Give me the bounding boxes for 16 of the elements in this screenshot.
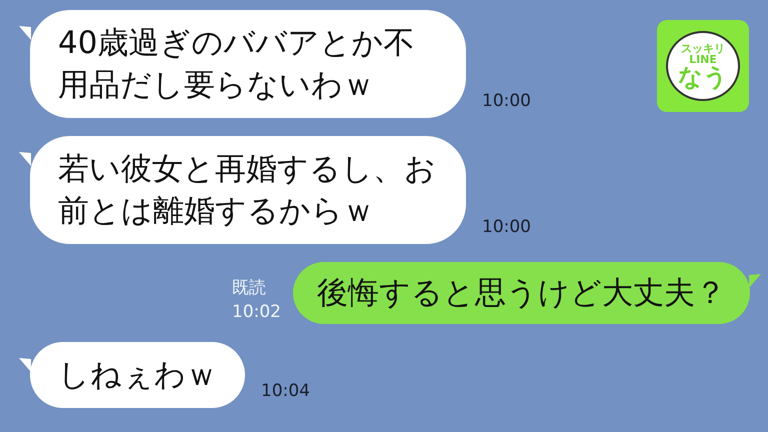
message-time: 10:04 <box>261 380 310 402</box>
bubble-tail <box>749 274 761 288</box>
read-receipt: 既読 <box>232 277 266 300</box>
logo-text: スッキリ <box>681 43 725 54</box>
bubble-tail <box>19 358 31 372</box>
bubble-tail <box>19 26 31 40</box>
message-time: 10:00 <box>482 216 531 238</box>
message-time: 10:00 <box>482 90 531 112</box>
message-bubble: 若い彼女と再婚するし、お前とは離婚するからｗ <box>30 136 466 244</box>
message-time: 10:02 <box>232 301 281 324</box>
logo-text: LINE <box>689 54 717 65</box>
message-bubble: しねぇわｗ <box>30 342 245 408</box>
message-bubble: 40歳過ぎのババアとか不用品だし要らないわｗ <box>30 10 466 118</box>
bubble-tail <box>19 152 31 166</box>
logo-text: なう <box>678 65 728 89</box>
message-bubble: 後悔すると思うけど大丈夫？ <box>293 262 750 324</box>
